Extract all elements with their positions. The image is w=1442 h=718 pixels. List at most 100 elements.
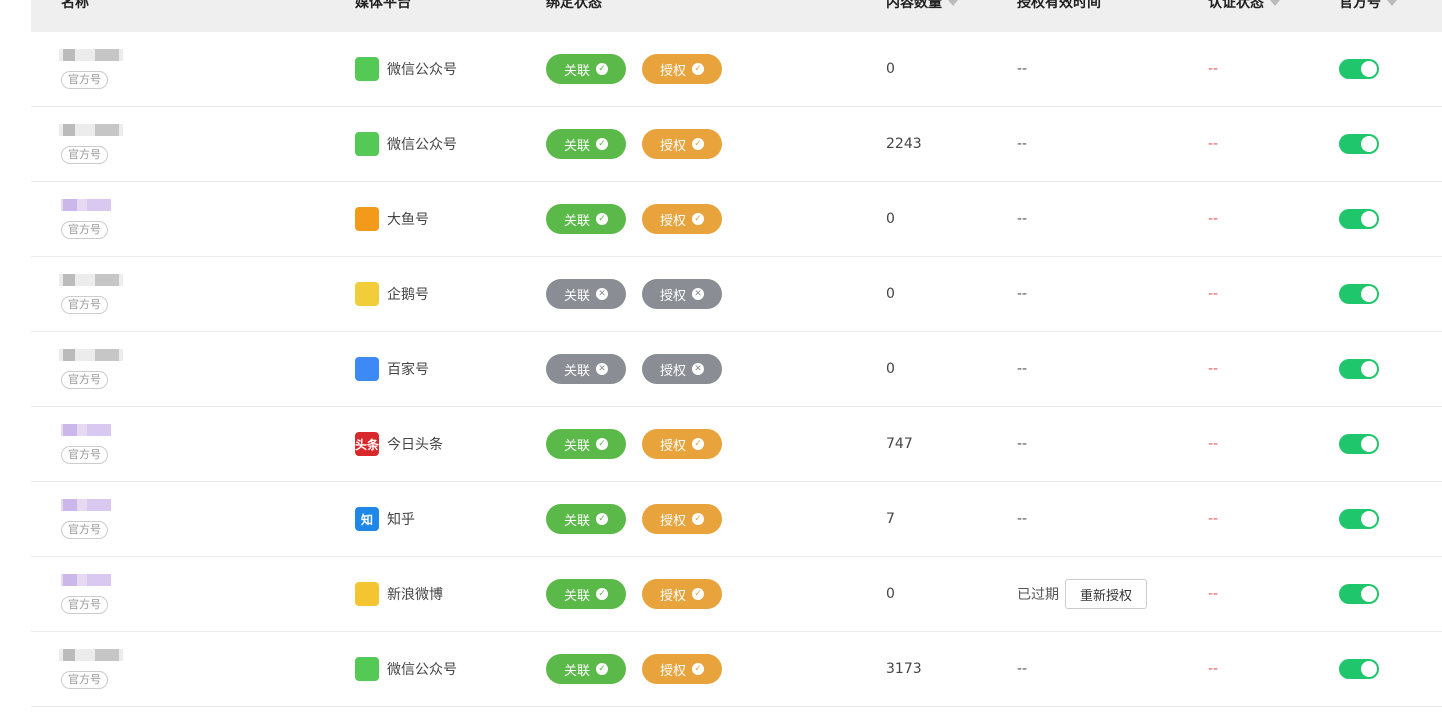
official-toggle[interactable]	[1339, 134, 1379, 154]
official-tag: 官方号	[61, 596, 108, 614]
content-count: 0	[886, 586, 895, 602]
official-tag: 官方号	[61, 146, 108, 164]
verify-status: --	[1208, 211, 1219, 227]
verify-status: --	[1208, 361, 1219, 377]
link-status-pill[interactable]: 关联 ✓	[546, 654, 626, 684]
sort-icon[interactable]	[1387, 0, 1397, 6]
account-name-cell: 官方号	[51, 107, 123, 181]
account-name-cell: 官方号	[51, 557, 123, 631]
account-name-cell: 官方号	[51, 407, 123, 481]
link-status-pill[interactable]: 关联 ✓	[546, 579, 626, 609]
official-toggle[interactable]	[1339, 59, 1379, 79]
official-toggle[interactable]	[1339, 209, 1379, 229]
official-toggle-cell	[1339, 332, 1379, 406]
auth-valid-text: --	[1017, 511, 1028, 527]
table-row: 官方号 百家号 关联 ✕ 授权 ✕ 0 -- --	[31, 332, 1442, 407]
content-count: 0	[886, 286, 895, 302]
header-name: 名称	[61, 0, 89, 11]
account-name-cell: 官方号	[51, 332, 123, 406]
verify-status: --	[1208, 661, 1219, 677]
link-status-pill[interactable]: 关联 ✓	[546, 429, 626, 459]
official-toggle[interactable]	[1339, 509, 1379, 529]
auth-status-pill[interactable]: 授权 ✓	[642, 579, 722, 609]
account-name-redacted	[51, 649, 123, 667]
content-count: 2243	[886, 136, 922, 152]
auth-status-pill[interactable]: 授权 ✓	[642, 204, 722, 234]
auth-status-cell: 授权 ✓	[642, 632, 722, 706]
official-toggle[interactable]	[1339, 359, 1379, 379]
auth-valid-text: --	[1017, 661, 1028, 677]
link-status-pill[interactable]: 关联 ✕	[546, 354, 626, 384]
link-status-cell: 关联 ✓	[546, 557, 626, 631]
platform-cell: 新浪微博	[355, 557, 443, 631]
cross-circle-icon: ✕	[692, 363, 704, 375]
link-status-cell: 关联 ✕	[546, 257, 626, 331]
platform-name: 企鹅号	[387, 287, 429, 303]
check-circle-icon: ✓	[596, 438, 608, 450]
auth-status-pill[interactable]: 授权 ✓	[642, 54, 722, 84]
check-circle-icon: ✓	[692, 588, 704, 600]
platform-cell: 企鹅号	[355, 257, 429, 331]
link-status-cell: 关联 ✓	[546, 107, 626, 181]
official-toggle[interactable]	[1339, 659, 1379, 679]
link-status-cell: 关联 ✕	[546, 332, 626, 406]
table-row: 官方号 微信公众号 关联 ✓ 授权 ✓ 3173 -- --	[31, 632, 1442, 707]
content-count: 3173	[886, 661, 922, 677]
reauth-button[interactable]: 重新授权	[1065, 579, 1148, 609]
auth-valid-text: 已过期	[1017, 587, 1059, 603]
official-tag: 官方号	[61, 296, 108, 314]
auth-status-pill[interactable]: 授权 ✓	[642, 654, 722, 684]
header-content-count[interactable]: 内容数量	[886, 0, 958, 12]
platform-name: 微信公众号	[387, 62, 457, 78]
wechat-icon	[355, 657, 379, 681]
platform-name: 知乎	[387, 512, 415, 528]
link-status-pill[interactable]: 关联 ✕	[546, 279, 626, 309]
official-tag: 官方号	[61, 371, 108, 389]
sort-icon[interactable]	[948, 0, 958, 6]
content-count: 0	[886, 61, 895, 77]
check-circle-icon: ✓	[692, 663, 704, 675]
link-status-pill[interactable]: 关联 ✓	[546, 504, 626, 534]
official-toggle[interactable]	[1339, 284, 1379, 304]
table-row: 官方号 大鱼号 关联 ✓ 授权 ✓ 0 -- --	[31, 182, 1442, 257]
official-toggle-cell	[1339, 557, 1379, 631]
weibo-icon	[355, 582, 379, 606]
auth-status-cell: 授权 ✓	[642, 107, 722, 181]
link-status-pill[interactable]: 关联 ✓	[546, 129, 626, 159]
auth-valid-text: --	[1017, 211, 1028, 227]
cross-circle-icon: ✕	[596, 288, 608, 300]
link-status-cell: 关联 ✓	[546, 482, 626, 556]
link-status-cell: 关联 ✓	[546, 182, 626, 256]
auth-status-cell: 授权 ✓	[642, 557, 722, 631]
content-count: 0	[886, 361, 895, 377]
table-row: 官方号 企鹅号 关联 ✕ 授权 ✕ 0 -- --	[31, 257, 1442, 332]
official-toggle-cell	[1339, 32, 1379, 106]
auth-status-pill[interactable]: 授权 ✕	[642, 354, 722, 384]
auth-status-pill[interactable]: 授权 ✓	[642, 129, 722, 159]
header-verify-status[interactable]: 认证状态	[1208, 0, 1280, 12]
auth-status-pill[interactable]: 授权 ✓	[642, 429, 722, 459]
platform-cell: 微信公众号	[355, 632, 457, 706]
account-name-redacted	[51, 199, 123, 217]
header-official[interactable]: 官方号	[1339, 0, 1397, 12]
link-status-pill[interactable]: 关联 ✓	[546, 204, 626, 234]
auth-status-pill[interactable]: 授权 ✕	[642, 279, 722, 309]
sort-icon[interactable]	[1270, 0, 1280, 6]
header-platform: 媒体平台	[355, 0, 411, 11]
table-row: 官方号 知 知乎 关联 ✓ 授权 ✓ 7 -- --	[31, 482, 1442, 557]
platform-name: 新浪微博	[387, 587, 443, 603]
verify-status: --	[1208, 586, 1219, 602]
verify-status: --	[1208, 136, 1219, 152]
official-toggle[interactable]	[1339, 434, 1379, 454]
check-circle-icon: ✓	[692, 513, 704, 525]
penguin-icon	[355, 282, 379, 306]
toutiao-icon: 头条	[355, 432, 379, 456]
official-toggle[interactable]	[1339, 584, 1379, 604]
auth-valid-cell: --	[1017, 482, 1027, 556]
platform-name: 今日头条	[387, 437, 443, 453]
platform-name: 大鱼号	[387, 212, 429, 228]
auth-status-cell: 授权 ✓	[642, 407, 722, 481]
auth-status-pill[interactable]: 授权 ✓	[642, 504, 722, 534]
account-name-cell: 官方号	[51, 182, 123, 256]
link-status-pill[interactable]: 关联 ✓	[546, 54, 626, 84]
